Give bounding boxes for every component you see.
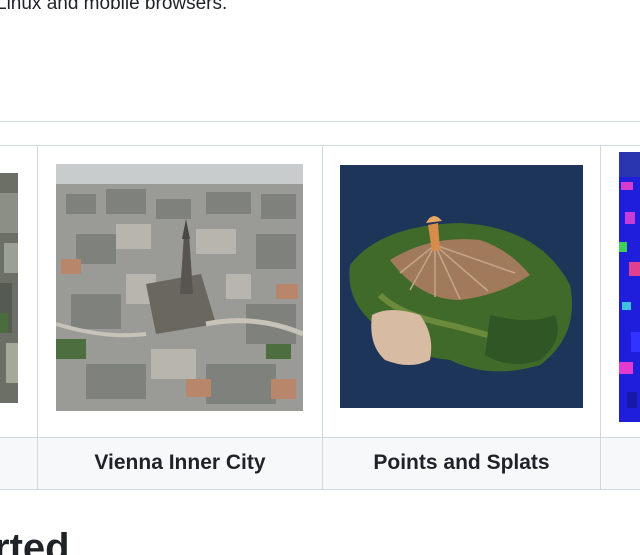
gallery-caption-points-and-splats: Points and Splats bbox=[373, 451, 550, 474]
gallery-thumbnail-points-and-splats[interactable] bbox=[340, 165, 583, 408]
section-heading: rted bbox=[0, 526, 70, 555]
readme-page: Linux and mobile browsers. Vienna Inner … bbox=[0, 0, 640, 555]
gallery-thumbnail-vienna-inner-city[interactable] bbox=[56, 164, 303, 411]
table-divider bbox=[0, 121, 640, 122]
gallery-caption-vienna-inner-city: Vienna Inner City bbox=[94, 451, 266, 474]
gallery-thumbnail-aerial-city[interactable] bbox=[0, 173, 18, 403]
examples-gallery-table: Vienna Inner City Points and Splats bbox=[0, 121, 640, 490]
gallery-thumbnail-point-cloud[interactable] bbox=[619, 152, 640, 422]
column-divider bbox=[600, 145, 601, 489]
intro-paragraph: Linux and mobile browsers. bbox=[0, 0, 228, 14]
